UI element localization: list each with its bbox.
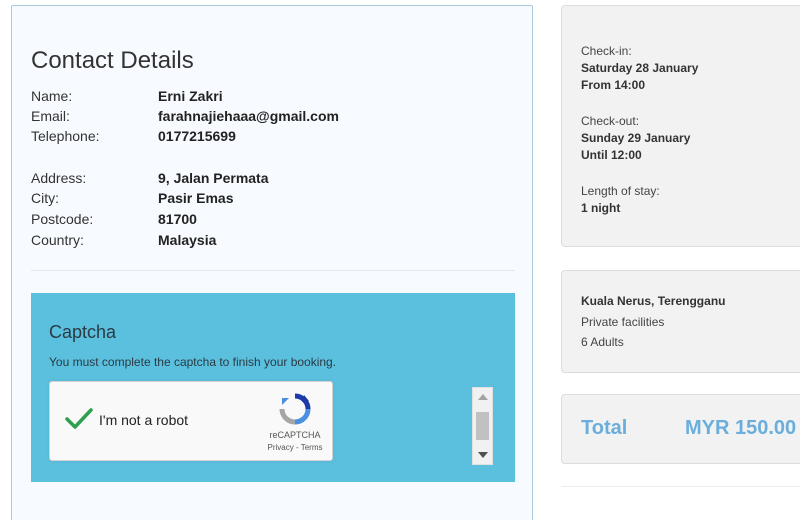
- bottom-divider: [561, 486, 800, 487]
- checkout-label: Check-out:: [581, 114, 640, 128]
- checkout-date: Sunday 29 January: [581, 131, 691, 145]
- address-label: Address:: [31, 170, 87, 186]
- recaptcha-checkbox-label[interactable]: I'm not a robot: [99, 412, 188, 428]
- checkout-time: Until 12:00: [581, 148, 642, 162]
- checkmark-icon[interactable]: [64, 404, 94, 434]
- checkin-date: Saturday 28 January: [581, 61, 699, 75]
- email-label: Email:: [31, 108, 70, 124]
- telephone-value: 0177215699: [158, 128, 236, 144]
- contact-details-title: Contact Details: [31, 47, 194, 74]
- section-divider: [31, 270, 515, 271]
- property-info-card: Kuala Nerus, Terengganu Private faciliti…: [561, 270, 800, 373]
- checkin-time: From 14:00: [581, 78, 646, 92]
- name-value: Erni Zakri: [158, 88, 223, 104]
- contact-details-panel: Contact Details Name: Erni Zakri Email: …: [11, 5, 533, 520]
- captcha-section: Captcha You must complete the captcha to…: [31, 293, 515, 482]
- postcode-label: Postcode:: [31, 211, 94, 227]
- guest-count: 6 Adults: [581, 335, 624, 349]
- city-label: City:: [31, 190, 59, 206]
- scroll-thumb[interactable]: [476, 412, 489, 440]
- recaptcha-widget[interactable]: I'm not a robot reCAPTCHA Privacy - Term…: [49, 381, 333, 461]
- scroll-up-arrow-icon[interactable]: [478, 394, 488, 400]
- total-amount: MYR 150.00: [685, 417, 797, 439]
- address-value: 9, Jalan Permata: [158, 170, 269, 186]
- total-label: Total: [581, 417, 628, 439]
- property-location: Kuala Nerus, Terengganu: [581, 294, 726, 308]
- country-value: Malaysia: [158, 232, 217, 248]
- stay-dates-card: Check-in: Saturday 28 January From 14:00…: [561, 5, 800, 247]
- recaptcha-logo-icon: [279, 393, 311, 425]
- email-value: farahnajiehaaa@gmail.com: [158, 108, 339, 124]
- recaptcha-brand: reCAPTCHA: [269, 430, 321, 440]
- total-card: Total MYR 150.00: [561, 394, 800, 464]
- postcode-value: 81700: [158, 211, 197, 227]
- telephone-label: Telephone:: [31, 128, 100, 144]
- length-of-stay-value: 1 night: [581, 201, 621, 215]
- captcha-description: You must complete the captcha to finish …: [49, 355, 337, 369]
- city-value: Pasir Emas: [158, 190, 234, 206]
- captcha-title: Captcha: [49, 322, 117, 342]
- captcha-scrollbar[interactable]: [472, 387, 493, 465]
- country-label: Country:: [31, 232, 84, 248]
- recaptcha-privacy-terms-links[interactable]: Privacy - Terms: [260, 443, 330, 452]
- length-of-stay-label: Length of stay:: [581, 184, 660, 198]
- scroll-down-arrow-icon[interactable]: [478, 452, 488, 458]
- checkin-label: Check-in:: [581, 44, 632, 58]
- name-label: Name:: [31, 88, 73, 104]
- property-facilities: Private facilities: [581, 315, 665, 329]
